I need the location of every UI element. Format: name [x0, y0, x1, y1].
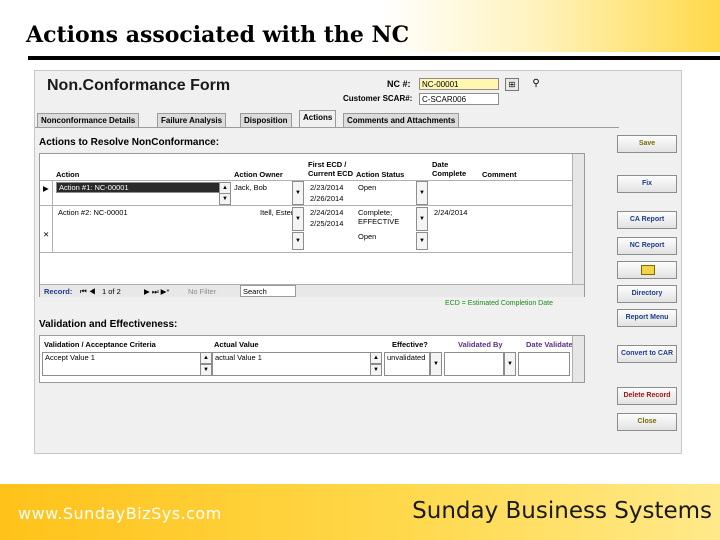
- tab-actions[interactable]: Actions: [299, 110, 337, 128]
- row-divider: [40, 205, 584, 206]
- next-record-icon[interactable]: ▶ ⏭ ▶*: [144, 287, 169, 296]
- date-validated-field[interactable]: [518, 352, 570, 376]
- nonconformance-form-window: Non.Conformance Form NC #: NC-00001 Cust…: [34, 70, 682, 454]
- record-navigation-bar: Record: ⏮ ◀ 1 of 2 ▶ ⏭ ▶* No Filter Sear…: [40, 284, 584, 297]
- actual-value-field[interactable]: actual Value 1: [212, 352, 378, 376]
- action-field[interactable]: Action #2: NC-00001: [58, 208, 128, 217]
- save-button[interactable]: Save: [617, 135, 677, 153]
- customer-scar-label: Customer SCAR#:: [343, 94, 413, 103]
- record-selector-current[interactable]: ▶: [43, 184, 49, 193]
- slide: Actions associated with the NC Non.Confo…: [0, 0, 720, 540]
- owner-dropdown-icon[interactable]: ▼: [292, 207, 304, 231]
- col-actual-header: Actual Value: [214, 340, 259, 349]
- action-status-field[interactable]: Open: [358, 232, 376, 241]
- footer-url[interactable]: www.SundayBizSys.com: [18, 504, 222, 523]
- title-rule: [28, 56, 720, 60]
- action-field[interactable]: Action #1: NC-00001: [56, 182, 226, 193]
- title-gradient: [380, 0, 720, 52]
- ecd-note: ECD = Estimated Completion Date: [445, 300, 553, 307]
- directory-button[interactable]: Directory: [617, 285, 677, 303]
- nc-report-button[interactable]: NC Report: [617, 237, 677, 255]
- criteria-field[interactable]: Accept Value 1: [42, 352, 208, 376]
- owner-dropdown-icon[interactable]: ▼: [292, 181, 304, 205]
- current-ecd-field[interactable]: 2/25/2014: [310, 219, 343, 228]
- close-button[interactable]: Close: [617, 413, 677, 431]
- nc-number-field[interactable]: NC-00001: [419, 78, 499, 90]
- criteria-scroll-down-icon[interactable]: ▼: [200, 364, 212, 376]
- col-criteria-header: Validation / Acceptance Criteria: [44, 340, 156, 349]
- delete-record-button[interactable]: Delete Record: [617, 387, 677, 405]
- first-record-icon[interactable]: ⏮ ◀: [80, 287, 96, 296]
- first-ecd-field[interactable]: 2/23/2014: [310, 183, 343, 192]
- actions-section-title: Actions to Resolve NonConformance:: [39, 137, 220, 148]
- col-date-complete-header: Date Complete: [432, 160, 467, 178]
- col-action-header: Action: [56, 170, 80, 179]
- tab-comments-attachments[interactable]: Comments and Attachments: [343, 113, 460, 127]
- validated-by-dropdown-icon[interactable]: ▼: [504, 352, 516, 376]
- binoculars-icon[interactable]: ⚲: [529, 78, 543, 91]
- tab-failure-analysis[interactable]: Failure Analysis: [157, 113, 227, 127]
- fix-button[interactable]: Fix: [617, 175, 677, 193]
- footer-band: www.SundayBizSys.com Sunday Business Sys…: [0, 484, 720, 540]
- criteria-scroll-up-icon[interactable]: ▲: [200, 352, 212, 364]
- tab-rule: [35, 127, 619, 128]
- envelope-icon: [641, 265, 655, 275]
- record-label: Record:: [44, 287, 73, 296]
- selector-column-divider: [52, 180, 53, 252]
- first-ecd-field[interactable]: 2/24/2014: [310, 208, 343, 217]
- action-status-field[interactable]: Open: [358, 183, 376, 192]
- tab-nonconformance-details[interactable]: Nonconformance Details: [37, 113, 140, 127]
- actions-grid: Action Action Owner First ECD / Current …: [39, 153, 585, 297]
- row-divider: [40, 252, 584, 253]
- col-ecd-header: First ECD / Current ECD: [308, 160, 354, 178]
- form-title: Non.Conformance Form: [47, 77, 231, 94]
- action-status-field[interactable]: Complete; EFFECTIVE: [358, 208, 414, 226]
- status-dropdown-icon[interactable]: ▼: [416, 181, 428, 205]
- validation-scrollbar[interactable]: [572, 336, 584, 382]
- status-dropdown-icon[interactable]: ▼: [416, 207, 428, 231]
- actual-scroll-up-icon[interactable]: ▲: [370, 352, 382, 364]
- action-owner-field[interactable]: Jack, Bob: [234, 183, 267, 192]
- col-comment-header: Comment: [482, 170, 517, 179]
- effective-dropdown-icon[interactable]: ▼: [430, 352, 442, 376]
- col-date-validated-header: Date Validated: [526, 340, 578, 349]
- email-button[interactable]: [617, 261, 677, 279]
- calculator-icon[interactable]: ⊞: [505, 78, 519, 91]
- current-ecd-field[interactable]: 2/26/2014: [310, 194, 343, 203]
- record-position: 1 of 2: [102, 287, 121, 296]
- report-menu-button[interactable]: Report Menu: [617, 309, 677, 327]
- validation-section-title: Validation and Effectiveness:: [39, 319, 178, 330]
- footer-company: Sunday Business Systems: [412, 498, 712, 524]
- action-scroll-down-icon[interactable]: ▼: [219, 193, 231, 205]
- col-status-header: Action Status: [356, 170, 405, 179]
- customer-scar-field[interactable]: C-SCAR006: [419, 93, 499, 105]
- convert-to-car-button[interactable]: Convert to CAR: [617, 345, 677, 363]
- col-owner-header: Action Owner: [234, 170, 283, 179]
- row-divider: [40, 180, 584, 181]
- nc-label: NC #:: [387, 79, 411, 89]
- col-effective-header: Effective?: [392, 340, 428, 349]
- action-owner-field[interactable]: Itell, Ester: [260, 208, 293, 217]
- date-complete-field[interactable]: 2/24/2014: [434, 208, 467, 217]
- slide-title: Actions associated with the NC: [26, 22, 410, 48]
- effective-field[interactable]: unvalidated: [384, 352, 430, 376]
- grid-scrollbar[interactable]: [572, 154, 584, 284]
- filter-indicator[interactable]: No Filter: [188, 287, 216, 296]
- record-selector-new[interactable]: ✕: [43, 230, 49, 239]
- search-input[interactable]: Search: [240, 285, 296, 297]
- validated-by-field[interactable]: [444, 352, 504, 376]
- status-dropdown-icon[interactable]: ▼: [416, 232, 428, 250]
- owner-dropdown-icon[interactable]: ▼: [292, 232, 304, 250]
- validation-grid: Validation / Acceptance Criteria Actual …: [39, 335, 585, 383]
- ca-report-button[interactable]: CA Report: [617, 211, 677, 229]
- tab-disposition[interactable]: Disposition: [240, 113, 292, 127]
- col-validated-by-header: Validated By: [458, 340, 503, 349]
- actual-scroll-down-icon[interactable]: ▼: [370, 364, 382, 376]
